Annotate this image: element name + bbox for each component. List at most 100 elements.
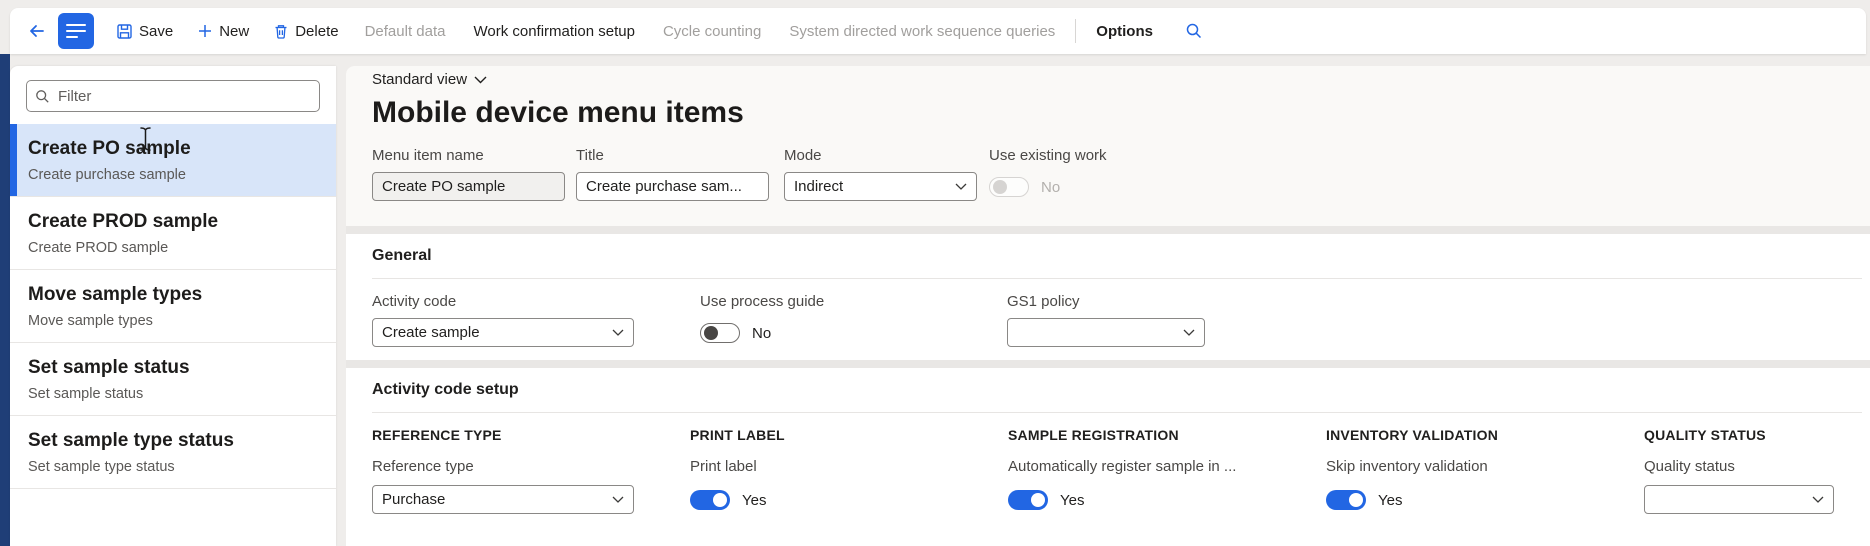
filter-input[interactable] [56,86,311,106]
general-section-title: General [372,247,432,264]
chevron-down-icon [1183,329,1195,336]
field-gs1-policy: GS1 policy [1007,293,1205,348]
list-item-set-sample-type-status[interactable]: Set sample type status Set sample type s… [10,416,336,489]
menu-item-default-data[interactable]: Default data [353,14,458,48]
list-item-title: Set sample status [28,357,190,378]
group-header: PRINT LABEL [690,427,785,443]
save-button[interactable]: Save [106,14,183,48]
group-print-label: PRINT LABEL Print label Yes [690,427,1008,515]
menu-item-system-directed-work-sequence-queries[interactable]: System directed work sequence queries [777,14,1067,48]
group-sample-registration: SAMPLE REGISTRATION Automatically regist… [1008,427,1326,515]
group-header: QUALITY STATUS [1644,427,1766,443]
quality-status-select[interactable] [1644,485,1834,514]
menu-item-work-confirmation-setup[interactable]: Work confirmation setup [461,14,646,48]
list-item-subtitle: Move sample types [28,313,153,329]
activity-setup-groups-row: REFERENCE TYPE Reference type Purchase P… [372,427,1870,515]
back-button[interactable] [20,14,54,48]
menu-item-cycle-counting[interactable]: Cycle counting [651,14,773,48]
auto-register-sample-toggle[interactable] [1008,490,1048,510]
trash-icon [273,23,289,40]
view-selector-label: Standard view [372,71,468,88]
field-use-process-guide: Use process guide No [700,293,1007,348]
field-label: Mode [784,147,822,164]
new-button[interactable]: New [187,14,259,48]
list-item-title: Set sample type status [28,430,234,451]
reference-type-select[interactable]: Purchase [372,485,634,514]
use-process-guide-toggle[interactable] [700,323,740,343]
field-label: Skip inventory validation [1326,458,1488,475]
field-label: Title [576,147,604,164]
mode-select[interactable]: Indirect [784,172,977,201]
print-label-toggle[interactable] [690,490,730,510]
save-icon [116,23,133,40]
toggle-state-label: Yes [742,491,767,509]
plus-icon [197,23,213,39]
toggle-state-label: No [752,324,772,342]
search-icon [1185,22,1203,40]
field-label: Use existing work [989,147,1107,164]
group-header: REFERENCE TYPE [372,427,502,443]
field-label: Print label [690,458,757,475]
field-activity-code: Activity code Create sample [372,293,700,348]
group-quality-status: QUALITY STATUS Quality status [1644,427,1834,515]
activity-code-select[interactable]: Create sample [372,318,634,347]
activity-code-select-value: Create sample [382,324,480,341]
list-item-title: Move sample types [28,284,203,305]
list-item-move-sample-types[interactable]: Move sample types Move sample types [10,270,336,343]
toolbar-search-button[interactable] [1177,14,1211,48]
title-input[interactable] [576,172,769,201]
left-nav-edge [0,54,10,546]
hamburger-icon [66,24,86,26]
gs1-policy-select[interactable] [1007,318,1205,347]
field-use-existing-work: Use existing work No [989,147,1249,202]
list-item-subtitle: Create purchase sample [28,167,186,183]
chevron-down-icon [1812,496,1824,503]
list-item-subtitle: Set sample status [28,386,144,402]
menu-item-name-input[interactable] [372,172,565,201]
group-inventory-validation: INVENTORY VALIDATION Skip inventory vali… [1326,427,1644,515]
view-selector[interactable]: Standard view [372,71,487,88]
toolbar-divider [1075,19,1077,43]
group-reference-type: REFERENCE TYPE Reference type Purchase [372,427,690,515]
list-item-title: Create PROD sample [28,211,219,232]
list-item-set-sample-status[interactable]: Set sample status Set sample status [10,343,336,416]
chevron-down-icon [612,496,624,503]
field-label: Automatically register sample in ... [1008,458,1237,475]
list-item-subtitle: Set sample type status [28,459,175,475]
chevron-down-icon [955,183,967,190]
save-label: Save [139,22,174,40]
record-list-sidebar: Create PO sample Create purchase sample … [10,66,336,546]
general-section: General Activity code Create sample Use … [346,234,1870,360]
section-gap [346,360,1870,368]
mode-select-value: Indirect [794,178,844,195]
section-divider [372,278,1862,279]
hamburger-menu-button[interactable] [58,13,94,49]
field-menu-item-name: Menu item name [372,147,576,202]
general-fields-row: Activity code Create sample Use process … [372,293,1870,348]
list-item-create-po-sample[interactable]: Create PO sample Create purchase sample [10,124,336,197]
main-content: Standard view Mobile device menu items M… [346,66,1870,546]
skip-inventory-validation-toggle[interactable] [1326,490,1366,510]
list-item-subtitle: Create PROD sample [28,240,169,256]
field-title: Title [576,147,784,202]
back-arrow-icon [27,22,47,40]
use-existing-work-toggle[interactable] [989,177,1029,197]
field-label: Activity code [372,293,457,310]
toggle-state-label: Yes [1378,491,1403,509]
page-header: Standard view Mobile device menu items M… [346,66,1870,226]
delete-label: Delete [295,22,339,40]
field-label: GS1 policy [1007,293,1080,310]
list-item-create-prod-sample[interactable]: Create PROD sample Create PROD sample [10,197,336,270]
group-header: INVENTORY VALIDATION [1326,427,1499,443]
list-item-title: Create PO sample [28,138,191,159]
field-label: Use process guide [700,293,825,310]
chevron-down-icon [474,76,487,84]
reference-type-select-value: Purchase [382,491,446,508]
section-divider [372,412,1862,413]
delete-button[interactable]: Delete [263,14,348,48]
field-label: Reference type [372,458,474,475]
activity-code-setup-section: Activity code setup REFERENCE TYPE Refer… [346,368,1870,546]
options-button[interactable]: Options [1084,14,1165,48]
activity-setup-section-title: Activity code setup [372,381,519,398]
toggle-state-label: Yes [1060,491,1085,509]
